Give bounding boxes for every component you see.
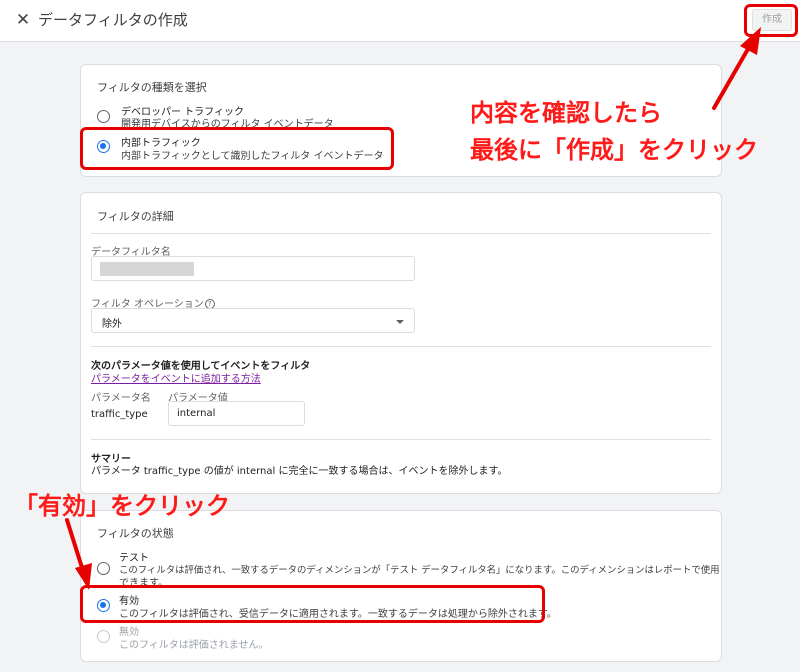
parameter-value-input[interactable]: internal bbox=[168, 401, 305, 426]
radio-status-test[interactable] bbox=[97, 562, 110, 575]
divider bbox=[91, 233, 711, 234]
filter-details-card: フィルタの詳細 データフィルタ名 フィルタ オペレーション? 除外 次のパラメー… bbox=[80, 192, 722, 494]
highlight-create-button bbox=[744, 4, 798, 37]
operation-selected-value: 除外 bbox=[102, 319, 122, 330]
parameter-value: internal bbox=[177, 408, 216, 419]
dropdown-arrow-icon bbox=[396, 320, 404, 324]
radio-developer-traffic[interactable] bbox=[97, 110, 110, 123]
annotation-click-create: 最後に「作成」をクリック bbox=[470, 136, 758, 164]
highlight-internal-traffic bbox=[80, 127, 394, 170]
annotation-click-active: 「有効」をクリック bbox=[14, 492, 230, 520]
annotation-review: 内容を確認したら bbox=[470, 99, 662, 127]
filter-status-heading: フィルタの状態 bbox=[97, 527, 174, 540]
divider bbox=[91, 346, 711, 347]
radio-status-inactive[interactable] bbox=[97, 630, 110, 643]
summary-text: パラメータ traffic_type の値が internal に完全に一致する… bbox=[91, 466, 508, 477]
divider bbox=[91, 439, 711, 440]
status-inactive-desc: このフィルタは評価されません。 bbox=[119, 640, 269, 651]
filter-type-heading: フィルタの種類を選択 bbox=[97, 81, 207, 94]
filter-name-input[interactable] bbox=[91, 256, 415, 281]
top-bar: ✕ データフィルタの作成 作成 bbox=[0, 0, 800, 42]
redacted-value bbox=[100, 262, 194, 276]
parameter-name-label: パラメータ名 bbox=[91, 393, 151, 404]
highlight-status-active bbox=[80, 585, 545, 623]
status-test-desc: このフィルタは評価され、一致するデータのディメンションが「テスト データフィルタ… bbox=[119, 565, 720, 576]
parameter-help-link[interactable]: パラメータをイベントに追加する方法 bbox=[91, 370, 261, 385]
page-title: データフィルタの作成 bbox=[38, 11, 188, 29]
close-icon[interactable]: ✕ bbox=[12, 8, 34, 32]
parameter-name: traffic_type bbox=[91, 409, 148, 420]
filter-details-heading: フィルタの詳細 bbox=[97, 210, 174, 223]
filter-operation-select[interactable]: 除外 bbox=[91, 308, 415, 333]
